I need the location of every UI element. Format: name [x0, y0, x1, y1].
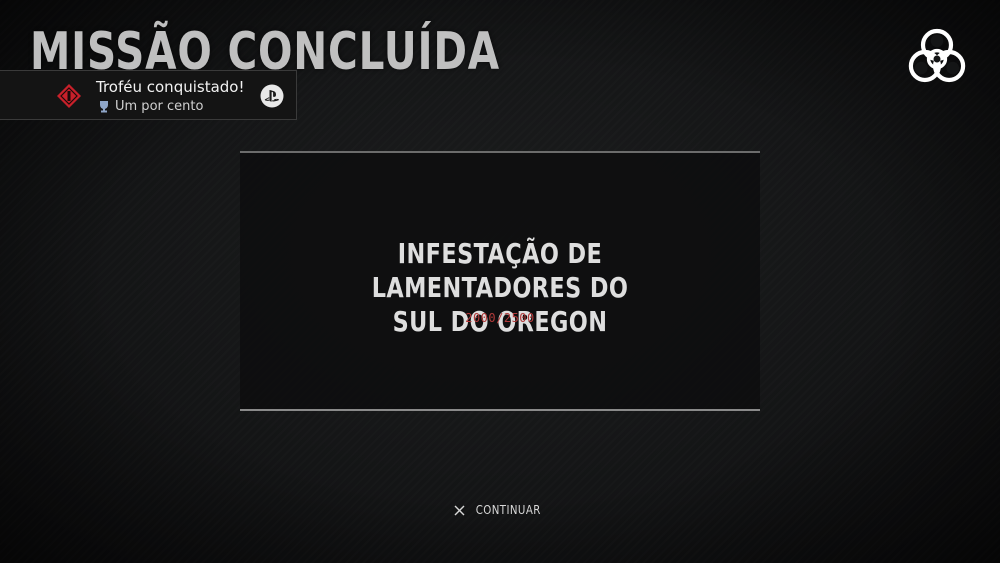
- mission-progress: 2000/2500: [465, 311, 535, 325]
- mission-result-panel: INFESTAÇÃO DE LAMENTADORES DO SUL DO ORE…: [240, 151, 760, 411]
- biohazard-icon: [908, 28, 966, 83]
- trophy-notification: Troféu conquistado! Um por cento: [0, 70, 297, 120]
- continue-button[interactable]: CONTINUAR: [0, 503, 1000, 517]
- cross-button-icon: [454, 505, 465, 515]
- trophy-notification-title: Troféu conquistado!: [96, 78, 245, 96]
- trophy-name: Um por cento: [115, 99, 204, 114]
- red-diamond-trophy-icon: [57, 84, 81, 108]
- silver-trophy-cup-icon: [100, 101, 108, 113]
- continue-label: CONTINUAR: [475, 503, 541, 517]
- playstation-logo-icon: [260, 84, 284, 108]
- trophy-name-row: Um por cento: [98, 99, 203, 114]
